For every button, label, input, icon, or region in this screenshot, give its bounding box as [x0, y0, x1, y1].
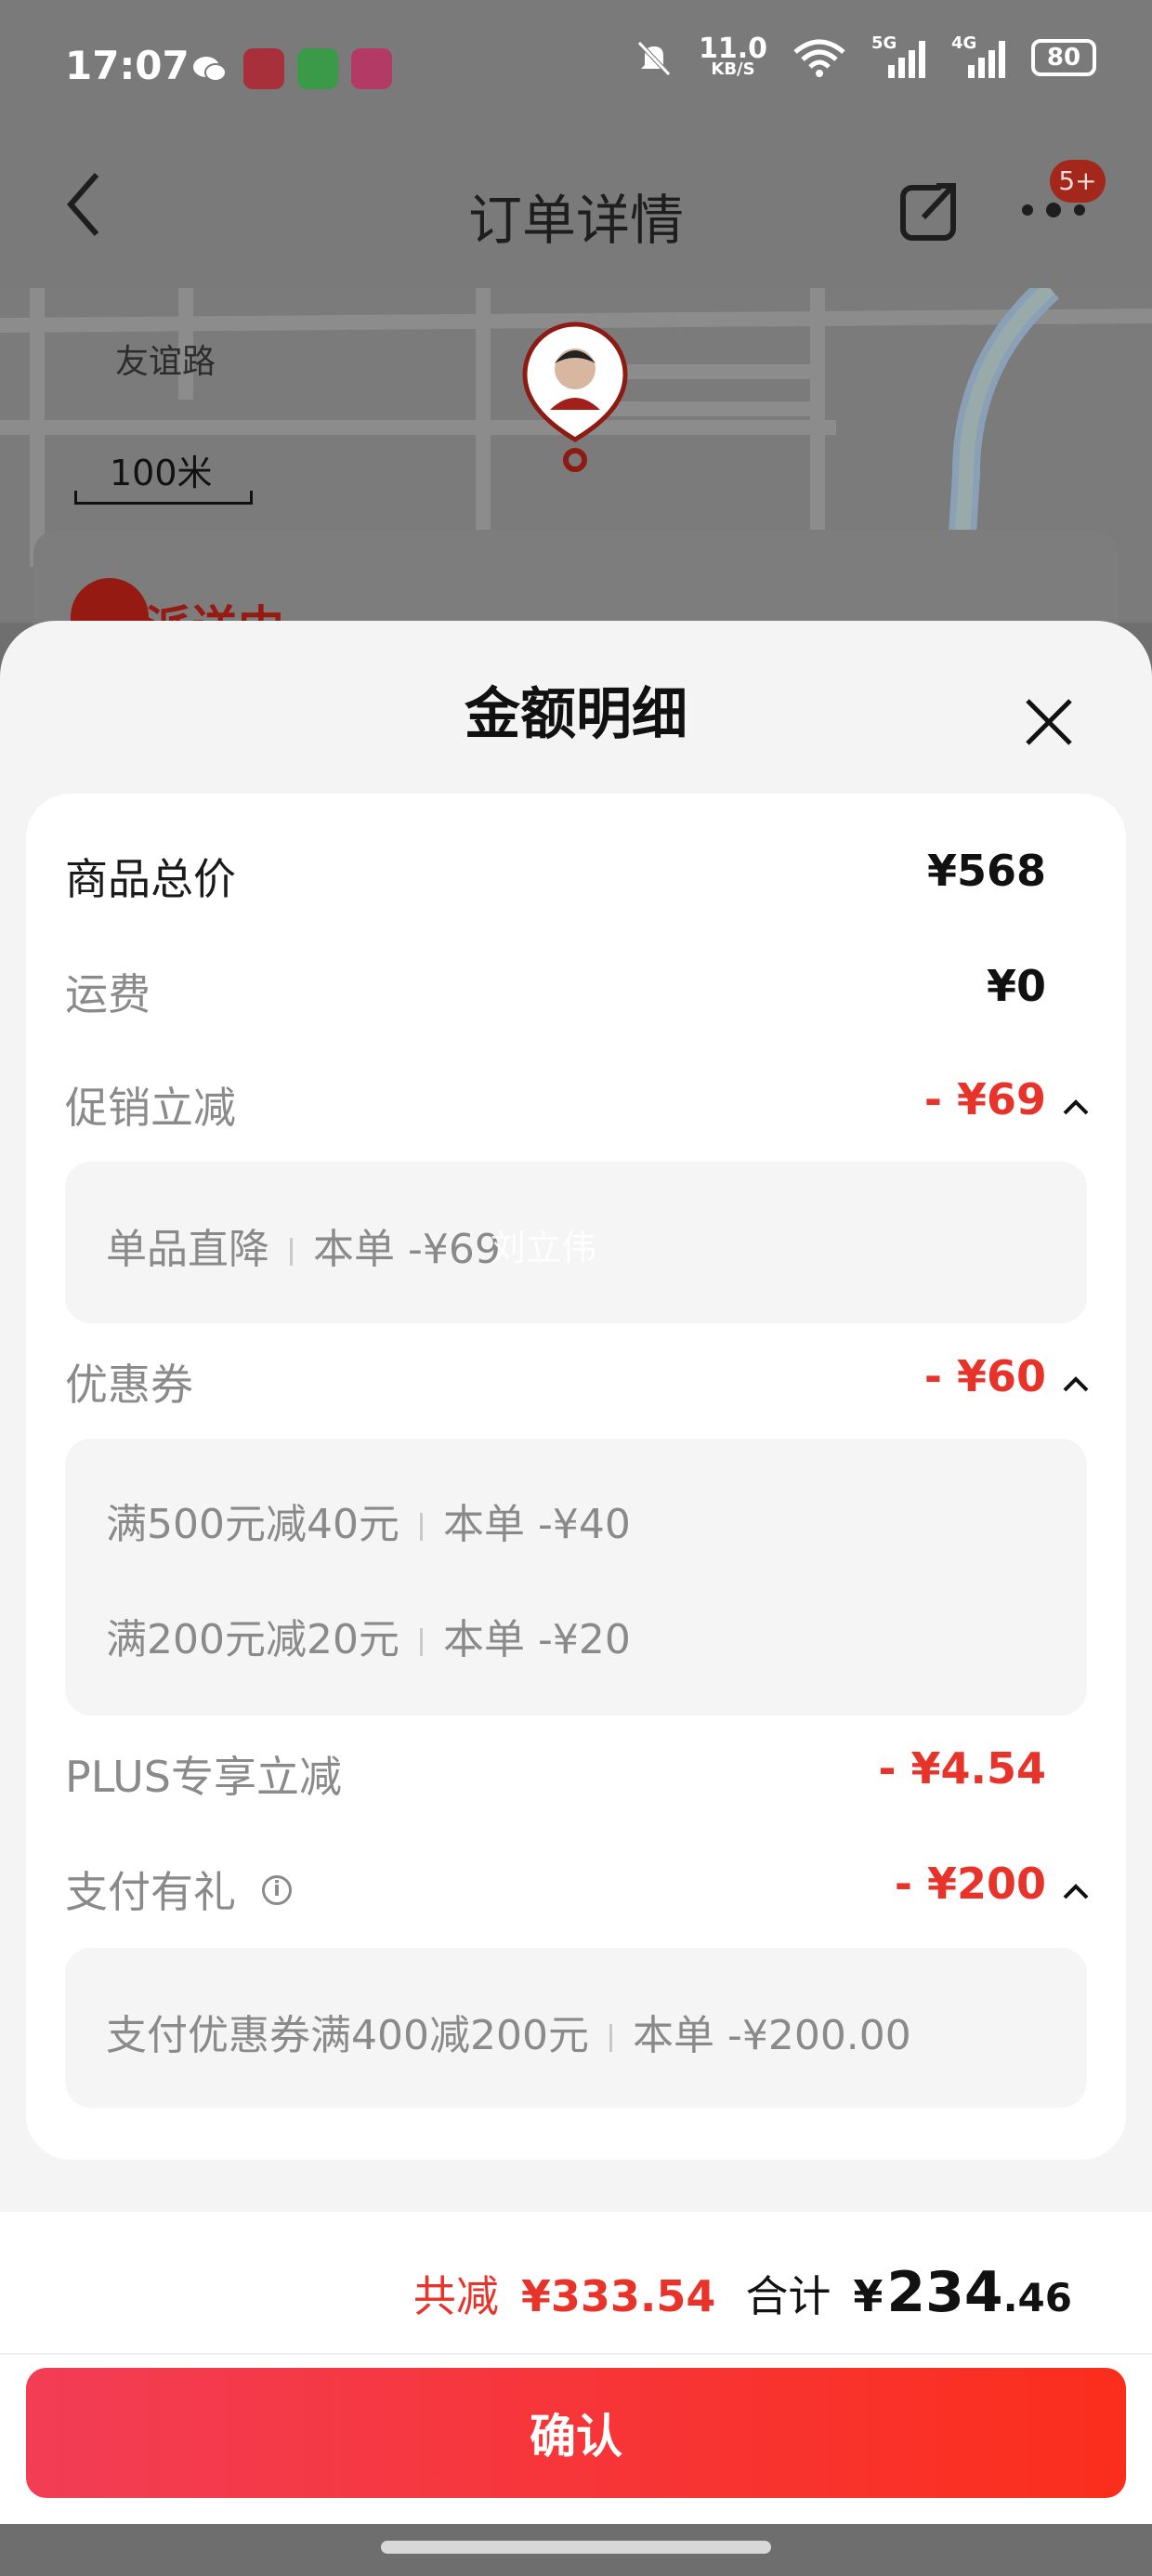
sum-decimal: .46	[1002, 2275, 1072, 2320]
sum-label: 合计	[745, 2271, 831, 2321]
promotion-detail-name: 单品直降	[106, 1226, 269, 1273]
total-summary: 共减 ¥333.54 合计 ¥ 234 .46	[413, 2260, 1072, 2325]
wechat-icon	[193, 57, 227, 82]
shopping-app-icon	[351, 48, 392, 89]
sum-currency: ¥	[853, 2271, 884, 2321]
close-icon[interactable]	[1022, 695, 1076, 749]
shipping-value: ¥0	[986, 961, 1046, 1011]
xiaohongshu-icon	[243, 48, 284, 89]
promotion-detail-amount: 本单 -¥69	[313, 1226, 501, 1273]
coupon-detail-amount: 本单 -¥40	[442, 1501, 631, 1548]
coupon-detail-line: 满200元减20元 本单 -¥20	[106, 1606, 631, 1665]
plus-discount-label: PLUS专享立减	[65, 1752, 342, 1802]
net-speed: 11.0 KB/S	[699, 35, 767, 78]
coupon-detail-name: 满200元减20元	[106, 1616, 399, 1663]
message-badge: 5+	[1050, 160, 1106, 203]
pay-gift-detail-box: 支付优惠券满400减200元 本单 -¥200.00	[65, 1948, 1087, 2108]
courier-location-pin-icon	[522, 322, 628, 472]
map-road-label: 友谊路	[115, 343, 216, 381]
sheet-title: 金额明细	[465, 682, 687, 747]
chevron-up-icon[interactable]	[1059, 1372, 1093, 1394]
battery-indicator: 80	[1031, 39, 1096, 76]
coupon-detail-name: 满500元减40元	[106, 1501, 399, 1548]
pay-gift-detail-amount: 本单 -¥200.00	[632, 2012, 911, 2059]
notification-icons	[190, 48, 392, 89]
coupon-value[interactable]: - ¥60	[924, 1351, 1046, 1401]
signal-4g-icon: 4G	[951, 33, 1007, 78]
wifi-icon	[793, 39, 845, 77]
separator	[419, 1628, 423, 1656]
coupon-detail-amount: 本单 -¥20	[442, 1616, 631, 1663]
footer-divider	[0, 2353, 1152, 2355]
map-scale-label: 100米	[110, 453, 213, 493]
goods-total-label: 商品总价	[65, 854, 236, 904]
saving-value: ¥333.54	[520, 2271, 716, 2321]
status-bar: 17:07 11.0 KB/S 5G 4G 80	[0, 0, 1152, 139]
promotion-detail-line: 单品直降 本单 -¥69	[106, 1216, 501, 1275]
map-scale-bar	[74, 491, 253, 505]
pay-gift-label: 支付有礼	[65, 1867, 236, 1917]
share-icon[interactable]	[897, 178, 962, 243]
pay-gift-detail-line: 支付优惠券满400减200元 本单 -¥200.00	[106, 2002, 911, 2061]
info-icon[interactable]: i	[262, 1875, 292, 1905]
coupon-detail-line: 满500元减40元 本单 -¥40	[106, 1491, 631, 1550]
signal-5g-label: 5G	[871, 33, 897, 53]
separator	[290, 1238, 293, 1266]
promotion-value[interactable]: - ¥69	[924, 1074, 1046, 1124]
signal-5g-icon: 5G	[871, 33, 927, 78]
watermark: 刘立伟	[491, 1228, 597, 1268]
signal-4g-label: 4G	[951, 33, 977, 53]
mute-bell-icon	[637, 41, 671, 76]
promotion-label: 促销立减	[65, 1083, 236, 1133]
page-title: 订单详情	[467, 189, 684, 252]
separator	[419, 1513, 423, 1541]
pay-gift-detail-name: 支付优惠券满400减200元	[106, 2012, 589, 2059]
chevron-up-icon[interactable]	[1059, 1095, 1093, 1117]
saving-label: 共减	[412, 2271, 499, 2321]
confirm-button[interactable]: 确认	[26, 2368, 1126, 2498]
coupon-detail-box: 满500元减40元 本单 -¥40 满200元减20元 本单 -¥20	[65, 1439, 1087, 1715]
separator	[609, 2024, 612, 2052]
status-right: 11.0 KB/S 5G 4G 80	[634, 33, 1096, 78]
pay-gift-value[interactable]: - ¥200	[895, 1859, 1046, 1909]
sum-integer: 234	[886, 2260, 1003, 2325]
chevron-up-icon[interactable]	[1059, 1879, 1093, 1901]
plus-discount-value: - ¥4.54	[878, 1743, 1046, 1794]
coupon-label: 优惠券	[65, 1360, 193, 1410]
shipping-label: 运费	[65, 969, 151, 1019]
goods-total-value: ¥568	[926, 846, 1046, 896]
home-indicator[interactable]	[381, 2541, 771, 2554]
status-time: 17:07	[65, 43, 190, 88]
messages-icon	[297, 48, 338, 89]
